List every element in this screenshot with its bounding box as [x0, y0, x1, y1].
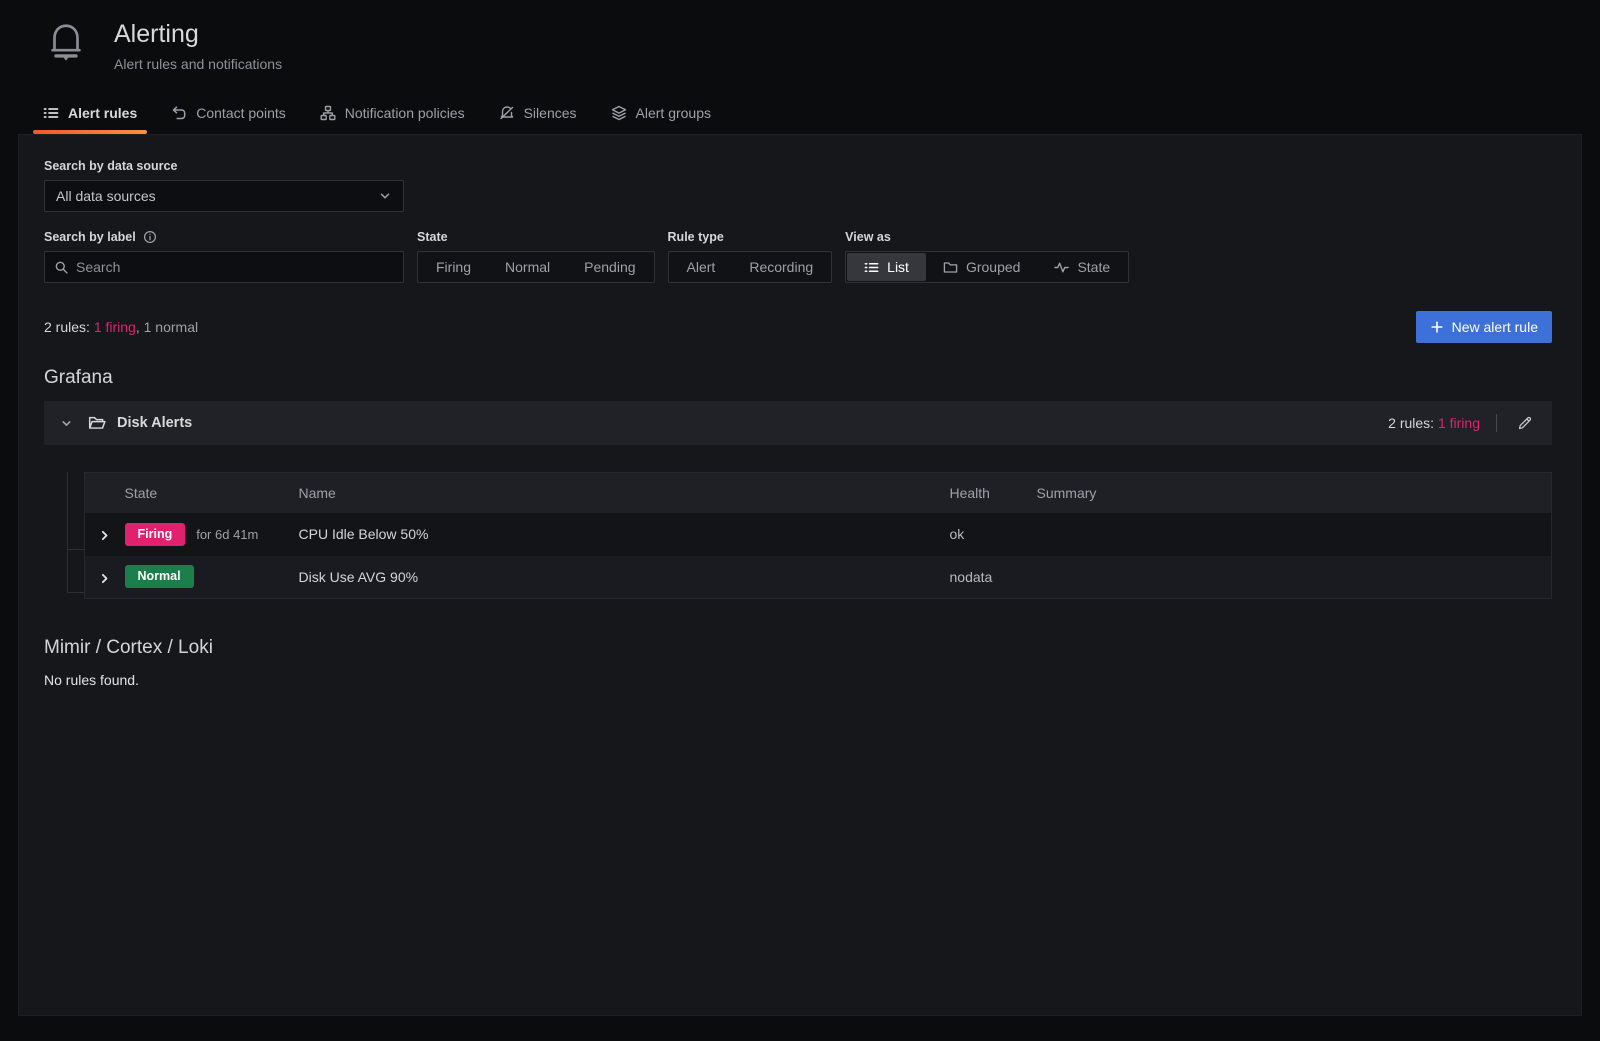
view-as-button-group: List Grouped State: [845, 251, 1129, 283]
tab-alert-groups[interactable]: Alert groups: [599, 99, 723, 134]
page-header: Alerting Alert rules and notifications: [0, 0, 1600, 72]
tab-alert-rules[interactable]: Alert rules: [31, 99, 149, 134]
chevron-down-icon: [378, 189, 392, 203]
rule-name: Disk Use AVG 90%: [299, 556, 950, 599]
expand-row-button[interactable]: [98, 529, 111, 542]
pencil-icon: [1517, 415, 1533, 431]
rule-type-button-group: Alert Recording: [668, 251, 833, 283]
firing-count: 1 firing: [94, 319, 136, 335]
table-row: Firing for 6d 41m CPU Idle Below 50% ok: [85, 513, 1552, 556]
rules-table-wrap: State Name Health Summary: [44, 472, 1552, 599]
status-badge: Firing: [125, 523, 186, 546]
state-option-normal[interactable]: Normal: [488, 253, 567, 281]
page-subtitle: Alert rules and notifications: [114, 56, 282, 72]
filter-row: Search by label: [44, 230, 1552, 283]
datasource-value: All data sources: [56, 188, 156, 204]
tab-silences[interactable]: Silences: [487, 99, 589, 134]
view-as-option-state[interactable]: State: [1037, 253, 1127, 281]
datasource-label: Search by data source: [44, 159, 1552, 173]
bell-slash-icon: [499, 105, 515, 121]
rules-table: State Name Health Summary: [84, 472, 1552, 599]
firing-duration: for 6d 41m: [196, 527, 258, 542]
tree-connector: [67, 472, 84, 550]
mimir-section: Mimir / Cortex / Loki No rules found.: [44, 637, 1552, 688]
view-as-filter: View as List: [845, 230, 1129, 283]
section-heading-mimir: Mimir / Cortex / Loki: [44, 637, 1552, 659]
tab-bar: Alert rules Contact points Notification …: [0, 99, 1600, 134]
search-input[interactable]: [76, 259, 394, 275]
tab-label: Contact points: [196, 105, 286, 121]
sitemap-icon: [320, 105, 336, 121]
bell-icon: [43, 18, 89, 68]
search-icon: [54, 260, 69, 275]
rule-type-option-recording[interactable]: Recording: [732, 253, 830, 281]
col-header-health: Health: [950, 473, 1037, 513]
folder-open-icon: [88, 414, 106, 432]
rule-health: nodata: [950, 556, 1037, 599]
tab-label: Alert groups: [636, 105, 711, 121]
rule-name: CPU Idle Below 50%: [299, 513, 950, 556]
tab-contact-points[interactable]: Contact points: [159, 99, 298, 134]
view-as-label: View as: [845, 230, 1129, 244]
layer-group-icon: [611, 105, 627, 121]
group-name: Disk Alerts: [117, 415, 192, 431]
divider: [1496, 414, 1497, 432]
plus-icon: [1430, 320, 1444, 334]
page-title: Alerting: [114, 20, 282, 49]
collapse-group-button[interactable]: [56, 413, 77, 434]
tab-notification-policies[interactable]: Notification policies: [308, 99, 477, 134]
tab-label: Alert rules: [68, 105, 137, 121]
summary-row: 2 rules: 1 firing, 1 normal New alert ru…: [44, 311, 1552, 343]
col-header-summary: Summary: [1037, 473, 1552, 513]
list-icon: [864, 260, 879, 275]
list-ul-icon: [43, 105, 59, 121]
status-badge: Normal: [125, 565, 194, 588]
state-option-firing[interactable]: Firing: [419, 253, 488, 281]
tab-label: Silences: [524, 105, 577, 121]
datasource-select[interactable]: All data sources: [44, 180, 404, 212]
datasource-filter: Search by data source All data sources: [44, 159, 1552, 212]
info-icon: [143, 230, 157, 244]
grafana-section: Grafana Disk Alerts 2 rules: 1 firing: [44, 367, 1552, 599]
table-header-row: State Name Health Summary: [85, 473, 1552, 513]
rule-summary: [1037, 513, 1552, 556]
folder-icon: [943, 260, 958, 275]
rule-type-filter: Rule type Alert Recording: [668, 230, 833, 283]
state-filter: State Firing Normal Pending: [417, 230, 655, 283]
state-option-pending[interactable]: Pending: [567, 253, 652, 281]
rule-type-option-alert[interactable]: Alert: [670, 253, 733, 281]
rule-summary: [1037, 556, 1552, 599]
state-label: State: [417, 230, 655, 244]
view-as-option-grouped[interactable]: Grouped: [926, 253, 1037, 281]
activity-icon: [1054, 260, 1069, 275]
rule-group-header: Disk Alerts 2 rules: 1 firing: [44, 401, 1552, 445]
label-search-label: Search by label: [44, 230, 136, 244]
label-search-box: [44, 251, 404, 283]
col-header-state: State: [125, 473, 299, 513]
view-as-option-list[interactable]: List: [847, 253, 926, 281]
page-title-block: Alerting Alert rules and notifications: [114, 18, 282, 72]
normal-count: , 1 normal: [136, 319, 198, 335]
label-filter: Search by label: [44, 230, 404, 283]
rule-stats: 2 rules: 1 firing, 1 normal: [44, 319, 198, 335]
col-header-name: Name: [299, 473, 950, 513]
edit-group-button[interactable]: [1513, 411, 1537, 435]
state-button-group: Firing Normal Pending: [417, 251, 655, 283]
group-stats: 2 rules: 1 firing: [1388, 415, 1480, 431]
chevron-down-icon: [60, 417, 73, 430]
table-row: Normal Disk Use AVG 90% nodata: [85, 556, 1552, 599]
rule-health: ok: [950, 513, 1037, 556]
content-panel: Search by data source All data sources S…: [18, 134, 1582, 1016]
no-rules-message: No rules found.: [44, 672, 1552, 688]
tab-label: Notification policies: [345, 105, 465, 121]
section-heading-grafana: Grafana: [44, 367, 1552, 389]
tree-connector: [67, 550, 84, 593]
comment-share-icon: [171, 105, 187, 121]
rule-type-label: Rule type: [668, 230, 833, 244]
expand-row-button[interactable]: [98, 572, 111, 585]
new-alert-rule-button[interactable]: New alert rule: [1416, 311, 1552, 343]
